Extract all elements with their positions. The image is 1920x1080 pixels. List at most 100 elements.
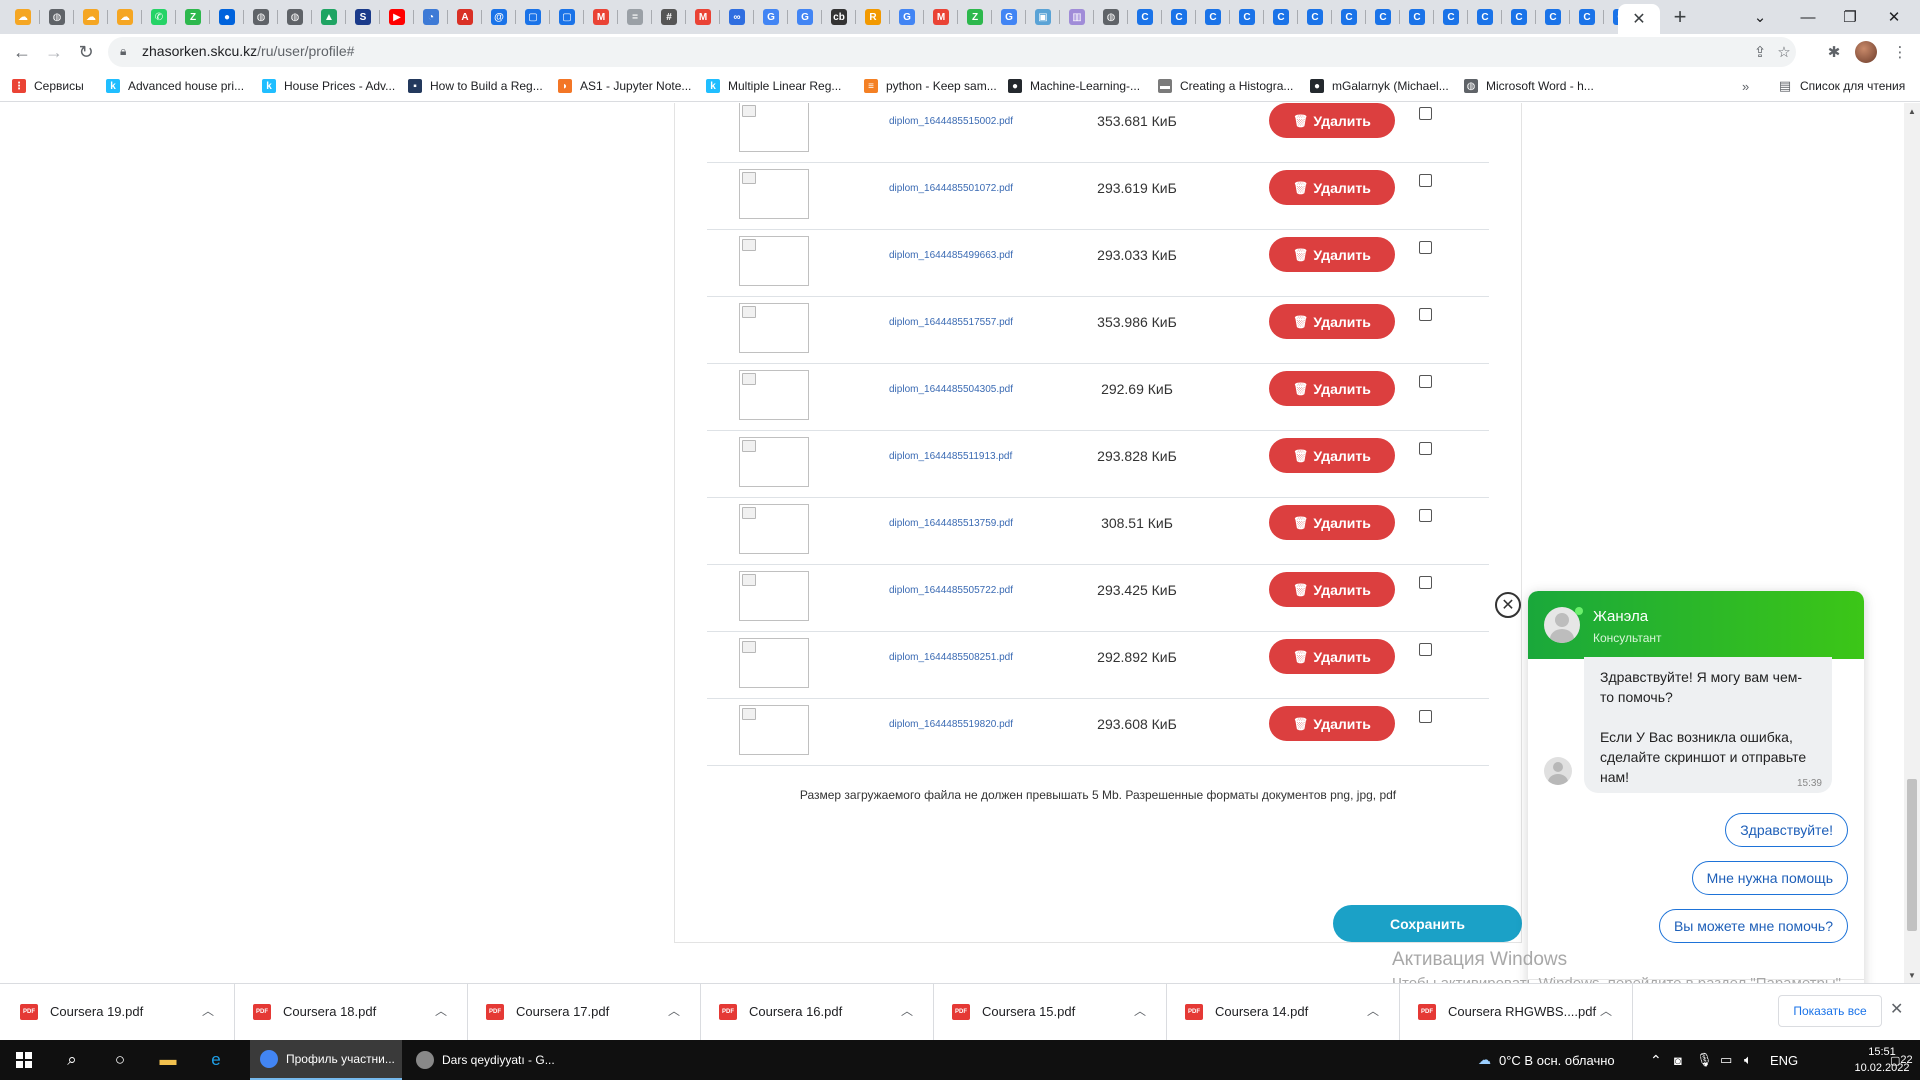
select-checkbox[interactable]	[1419, 174, 1432, 187]
tab[interactable]: C	[1468, 0, 1502, 34]
new-tab-button[interactable]: +	[1660, 0, 1700, 34]
bookmarks-overflow-icon[interactable]: »	[1742, 70, 1749, 102]
bookmark-item[interactable]: ◍ Microsoft Word - h...	[1464, 70, 1594, 102]
chat-close-icon[interactable]: ✕	[1495, 592, 1521, 618]
broken-image-thumbnail[interactable]	[739, 504, 809, 554]
tab[interactable]: G	[788, 0, 822, 34]
bookmark-star-icon[interactable]: ☆	[1772, 41, 1796, 63]
restore-button[interactable]: ❐	[1826, 0, 1874, 34]
extensions-icon[interactable]: ✱	[1820, 38, 1848, 66]
delete-button[interactable]: 🗑︎ Удалить	[1269, 505, 1395, 540]
tab[interactable]: C	[1230, 0, 1264, 34]
bookmark-item[interactable]: ≡ python - Keep sam...	[864, 70, 997, 102]
url-text[interactable]: zhasorken.skcu.kz/ru/user/profile#	[142, 43, 354, 59]
tab[interactable]: ●	[210, 0, 244, 34]
file-name-link[interactable]: diplom_1644485519820.pdf	[889, 719, 1013, 730]
broken-image-thumbnail[interactable]	[739, 303, 809, 353]
delete-button[interactable]: 🗑︎ Удалить	[1269, 639, 1395, 674]
bookmark-item[interactable]: ⋮ Сервисы	[12, 70, 84, 102]
cortana-icon[interactable]: ○	[96, 1040, 144, 1080]
delete-button[interactable]: 🗑︎ Удалить	[1269, 706, 1395, 741]
tab[interactable]: G	[992, 0, 1026, 34]
page-scrollbar[interactable]: ▲ ▼	[1904, 103, 1920, 983]
tab[interactable]: ✆	[142, 0, 176, 34]
tab[interactable]: ▣	[1026, 0, 1060, 34]
download-item[interactable]: PDF Coursera 15.pdf ︿	[934, 984, 1167, 1041]
tab[interactable]: ◍	[278, 0, 312, 34]
windows-start-icon[interactable]	[0, 1040, 48, 1080]
active-tab[interactable]: ✕	[1618, 4, 1660, 34]
download-item[interactable]: PDF Coursera 17.pdf ︿	[468, 984, 701, 1041]
weather-widget[interactable]: ☁ 0°C В осн. облачно	[1478, 1040, 1615, 1080]
tab[interactable]: A	[448, 0, 482, 34]
tab[interactable]: C	[1502, 0, 1536, 34]
tab[interactable]: C	[1264, 0, 1298, 34]
file-name-link[interactable]: diplom_1644485508251.pdf	[889, 652, 1013, 663]
tab[interactable]: ▢	[550, 0, 584, 34]
download-item[interactable]: PDF Coursera 16.pdf ︿	[701, 984, 934, 1041]
close-shelf-icon[interactable]: ✕	[1890, 999, 1903, 1019]
file-name-link[interactable]: diplom_1644485511913.pdf	[889, 451, 1012, 462]
close-tab-icon[interactable]: ✕	[1632, 9, 1645, 29]
lock-icon[interactable]: 🔒︎	[120, 44, 126, 59]
minimize-button[interactable]: —	[1784, 0, 1832, 34]
tab[interactable]: ◍	[244, 0, 278, 34]
chevron-up-icon[interactable]: ︿	[1367, 1002, 1379, 1019]
forward-icon[interactable]: →	[40, 38, 68, 66]
tab[interactable]: C	[1128, 0, 1162, 34]
show-all-downloads-button[interactable]: Показать все	[1778, 995, 1882, 1027]
tab[interactable]: M	[686, 0, 720, 34]
back-icon[interactable]: ←	[8, 38, 36, 66]
scroll-down-icon[interactable]: ▼	[1904, 967, 1920, 983]
taskbar-app[interactable]: Dars qeydiyyatı - G...	[406, 1040, 558, 1080]
tab[interactable]: C	[1536, 0, 1570, 34]
address-bar[interactable]: 🔒︎ zhasorken.skcu.kz/ru/user/profile# ⇪ …	[108, 37, 1796, 67]
delete-button[interactable]: 🗑︎ Удалить	[1269, 237, 1395, 272]
tab[interactable]: ▲	[312, 0, 346, 34]
select-checkbox[interactable]	[1419, 375, 1432, 388]
tab[interactable]: M	[924, 0, 958, 34]
select-checkbox[interactable]	[1419, 643, 1432, 656]
chevron-up-icon[interactable]: ︿	[435, 1002, 447, 1019]
tab[interactable]: ◍	[1094, 0, 1128, 34]
reading-list-button[interactable]: ▤ Список для чтения	[1778, 70, 1905, 102]
taskbar-app[interactable]: Профиль участни...	[250, 1040, 402, 1080]
quick-reply-hello[interactable]: Здравствуйте!	[1725, 813, 1848, 847]
tab[interactable]: ▶	[380, 0, 414, 34]
window-close-button[interactable]: ✕	[1870, 0, 1918, 34]
tab[interactable]: ▢	[516, 0, 550, 34]
tab[interactable]: M	[584, 0, 618, 34]
tab[interactable]: =	[618, 0, 652, 34]
file-name-link[interactable]: diplom_1644485517557.pdf	[889, 317, 1013, 328]
tab[interactable]: #	[652, 0, 686, 34]
file-name-link[interactable]: diplom_1644485515002.pdf	[889, 116, 1013, 127]
tab[interactable]: S	[346, 0, 380, 34]
quick-reply-can-you-help[interactable]: Вы можете мне помочь?	[1658, 909, 1848, 943]
tray-chevron-icon[interactable]: ⌃	[1650, 1040, 1662, 1080]
notifications-badge[interactable]: ▢ 22	[1890, 1040, 1913, 1080]
select-checkbox[interactable]	[1419, 308, 1432, 321]
file-explorer-icon[interactable]: ▬	[144, 1040, 192, 1080]
broken-image-thumbnail[interactable]	[739, 103, 809, 152]
bookmark-item[interactable]: ▬ Creating a Histogra...	[1158, 70, 1293, 102]
tab[interactable]: ◔	[414, 0, 448, 34]
language-indicator[interactable]: ENG	[1770, 1040, 1798, 1080]
chevron-up-icon[interactable]: ︿	[202, 1002, 214, 1019]
select-checkbox[interactable]	[1419, 442, 1432, 455]
bookmark-item[interactable]: ● Machine-Learning-...	[1008, 70, 1140, 102]
network-icon[interactable]: ▭	[1720, 1040, 1732, 1080]
download-item[interactable]: PDF Coursera 19.pdf ︿	[2, 984, 235, 1041]
download-item[interactable]: PDF Coursera 14.pdf ︿	[1167, 984, 1400, 1041]
save-button[interactable]: Сохранить	[1333, 905, 1522, 942]
tab[interactable]: ☁	[6, 0, 40, 34]
select-checkbox[interactable]	[1419, 576, 1432, 589]
select-checkbox[interactable]	[1419, 241, 1432, 254]
edge-icon[interactable]: e	[192, 1040, 240, 1080]
delete-button[interactable]: 🗑︎ Удалить	[1269, 103, 1395, 138]
file-name-link[interactable]: diplom_1644485499663.pdf	[889, 250, 1013, 261]
broken-image-thumbnail[interactable]	[739, 705, 809, 755]
file-name-link[interactable]: diplom_1644485505722.pdf	[889, 585, 1013, 596]
profile-avatar[interactable]	[1852, 38, 1880, 66]
tab[interactable]: cb	[822, 0, 856, 34]
bookmark-item[interactable]: k House Prices - Adv...	[262, 70, 395, 102]
